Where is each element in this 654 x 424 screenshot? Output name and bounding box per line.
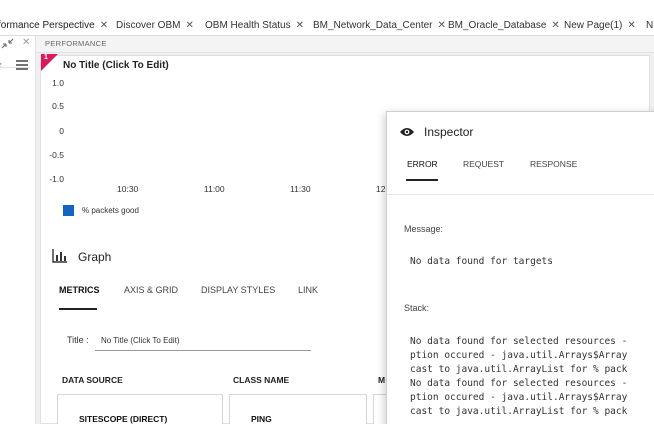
- tab-error[interactable]: ERROR: [407, 159, 438, 169]
- stack-line: cast to java.util.ArrayList for % pack: [410, 364, 628, 375]
- x-tick: 11:30: [290, 184, 311, 194]
- x-tick: 10:30: [117, 184, 139, 194]
- y-tick: 0.5: [52, 101, 64, 111]
- message-label: Message:: [404, 224, 444, 234]
- column-header-class-name: CLASS NAME: [233, 375, 290, 385]
- tab-obm-health-status[interactable]: OBM Health Status ✕: [205, 0, 304, 35]
- stack-line: cast to java.util.ArrayList for % pack: [410, 406, 628, 417]
- tab-link[interactable]: LINK: [298, 285, 318, 295]
- tab-network-data-center[interactable]: BM_Network_Data_Center ✕: [313, 0, 446, 35]
- y-tick: -1.0: [49, 174, 64, 184]
- tab-label: N: [646, 20, 654, 31]
- chevron-left-icon[interactable]: ‹: [0, 58, 2, 72]
- stack-line: ption occured - java.util.Arrays$Array: [410, 392, 628, 403]
- active-tab-indicator: [406, 179, 438, 181]
- strip-label: PERFORMANCE: [45, 39, 107, 48]
- tab-display-styles[interactable]: DISPLAY STYLES: [201, 285, 275, 295]
- tab-performance-perspective[interactable]: formance Perspective ✕: [0, 0, 108, 35]
- tab-response[interactable]: RESPONSE: [530, 159, 577, 169]
- tab-overflow[interactable]: N: [646, 0, 654, 35]
- tab-label: New Page(1): [564, 20, 623, 31]
- legend-label: % packets good: [82, 206, 139, 215]
- stack-line: No data found for selected resources -: [410, 378, 628, 389]
- chart-badge-number: 1: [44, 54, 48, 61]
- collapse-icon[interactable]: [1, 38, 14, 52]
- close-icon[interactable]: ✕: [185, 20, 193, 31]
- title-input[interactable]: [95, 331, 311, 351]
- legend-swatch: [63, 205, 74, 216]
- tab-request[interactable]: REQUEST: [463, 159, 504, 169]
- tab-discover-obm[interactable]: Discover OBM ✕: [116, 0, 194, 35]
- tab-label: Discover OBM: [116, 20, 181, 31]
- tab-new-page[interactable]: New Page(1) ✕: [564, 0, 636, 35]
- message-text: No data found for targets: [410, 256, 553, 267]
- data-source-value: SITESCOPE (DIRECT): [79, 414, 168, 424]
- eye-icon: [399, 125, 415, 143]
- y-tick: -0.5: [49, 150, 64, 160]
- stack-label: Stack:: [404, 303, 430, 313]
- y-tick: 1.0: [52, 78, 64, 88]
- column-header-m: M: [378, 375, 386, 385]
- tab-metrics[interactable]: METRICS: [59, 285, 100, 295]
- column-header-data-source: DATA SOURCE: [62, 375, 123, 385]
- inspector-title: Inspector: [424, 125, 474, 139]
- performance-strip: PERFORMANCE: [36, 36, 654, 53]
- close-icon[interactable]: ✕: [627, 20, 635, 31]
- title-field-label: Title :: [67, 335, 89, 345]
- tab-oracle-database[interactable]: BM_Oracle_Database ✕: [448, 0, 560, 35]
- x-tick: 11:00: [204, 184, 225, 194]
- tab-axis-grid[interactable]: AXIS & GRID: [124, 285, 178, 295]
- class-name-value: PING: [251, 414, 272, 424]
- class-name-select[interactable]: [229, 394, 367, 424]
- bar-chart-icon: [52, 249, 68, 268]
- sidebar-divider: [0, 67, 30, 68]
- tab-label: BM_Network_Data_Center: [313, 20, 433, 31]
- close-icon[interactable]: ✕: [100, 20, 108, 31]
- graph-title: Graph: [78, 250, 112, 264]
- active-tab-indicator: [59, 308, 97, 310]
- inspector-divider: [387, 194, 654, 195]
- chart-title[interactable]: No Title (Click To Edit): [63, 60, 169, 71]
- stack-line: No data found for selected resources -: [410, 336, 628, 347]
- tab-label: BM_Oracle_Database: [448, 20, 547, 31]
- stack-line: ption occured - java.util.Arrays$Array: [410, 350, 628, 361]
- close-icon[interactable]: ✕: [22, 37, 30, 48]
- close-icon[interactable]: ✕: [296, 20, 304, 31]
- tab-label: OBM Health Status: [205, 20, 291, 31]
- left-sidebar: ✕ ‹: [0, 36, 36, 424]
- tab-label: formance Perspective: [0, 20, 95, 31]
- y-tick: 0: [59, 126, 64, 136]
- x-tick: 12: [376, 184, 386, 194]
- close-icon[interactable]: ✕: [551, 20, 559, 31]
- close-icon[interactable]: ✕: [438, 20, 446, 31]
- tab-bar: formance Perspective ✕ Discover OBM ✕ OBM …: [0, 0, 654, 36]
